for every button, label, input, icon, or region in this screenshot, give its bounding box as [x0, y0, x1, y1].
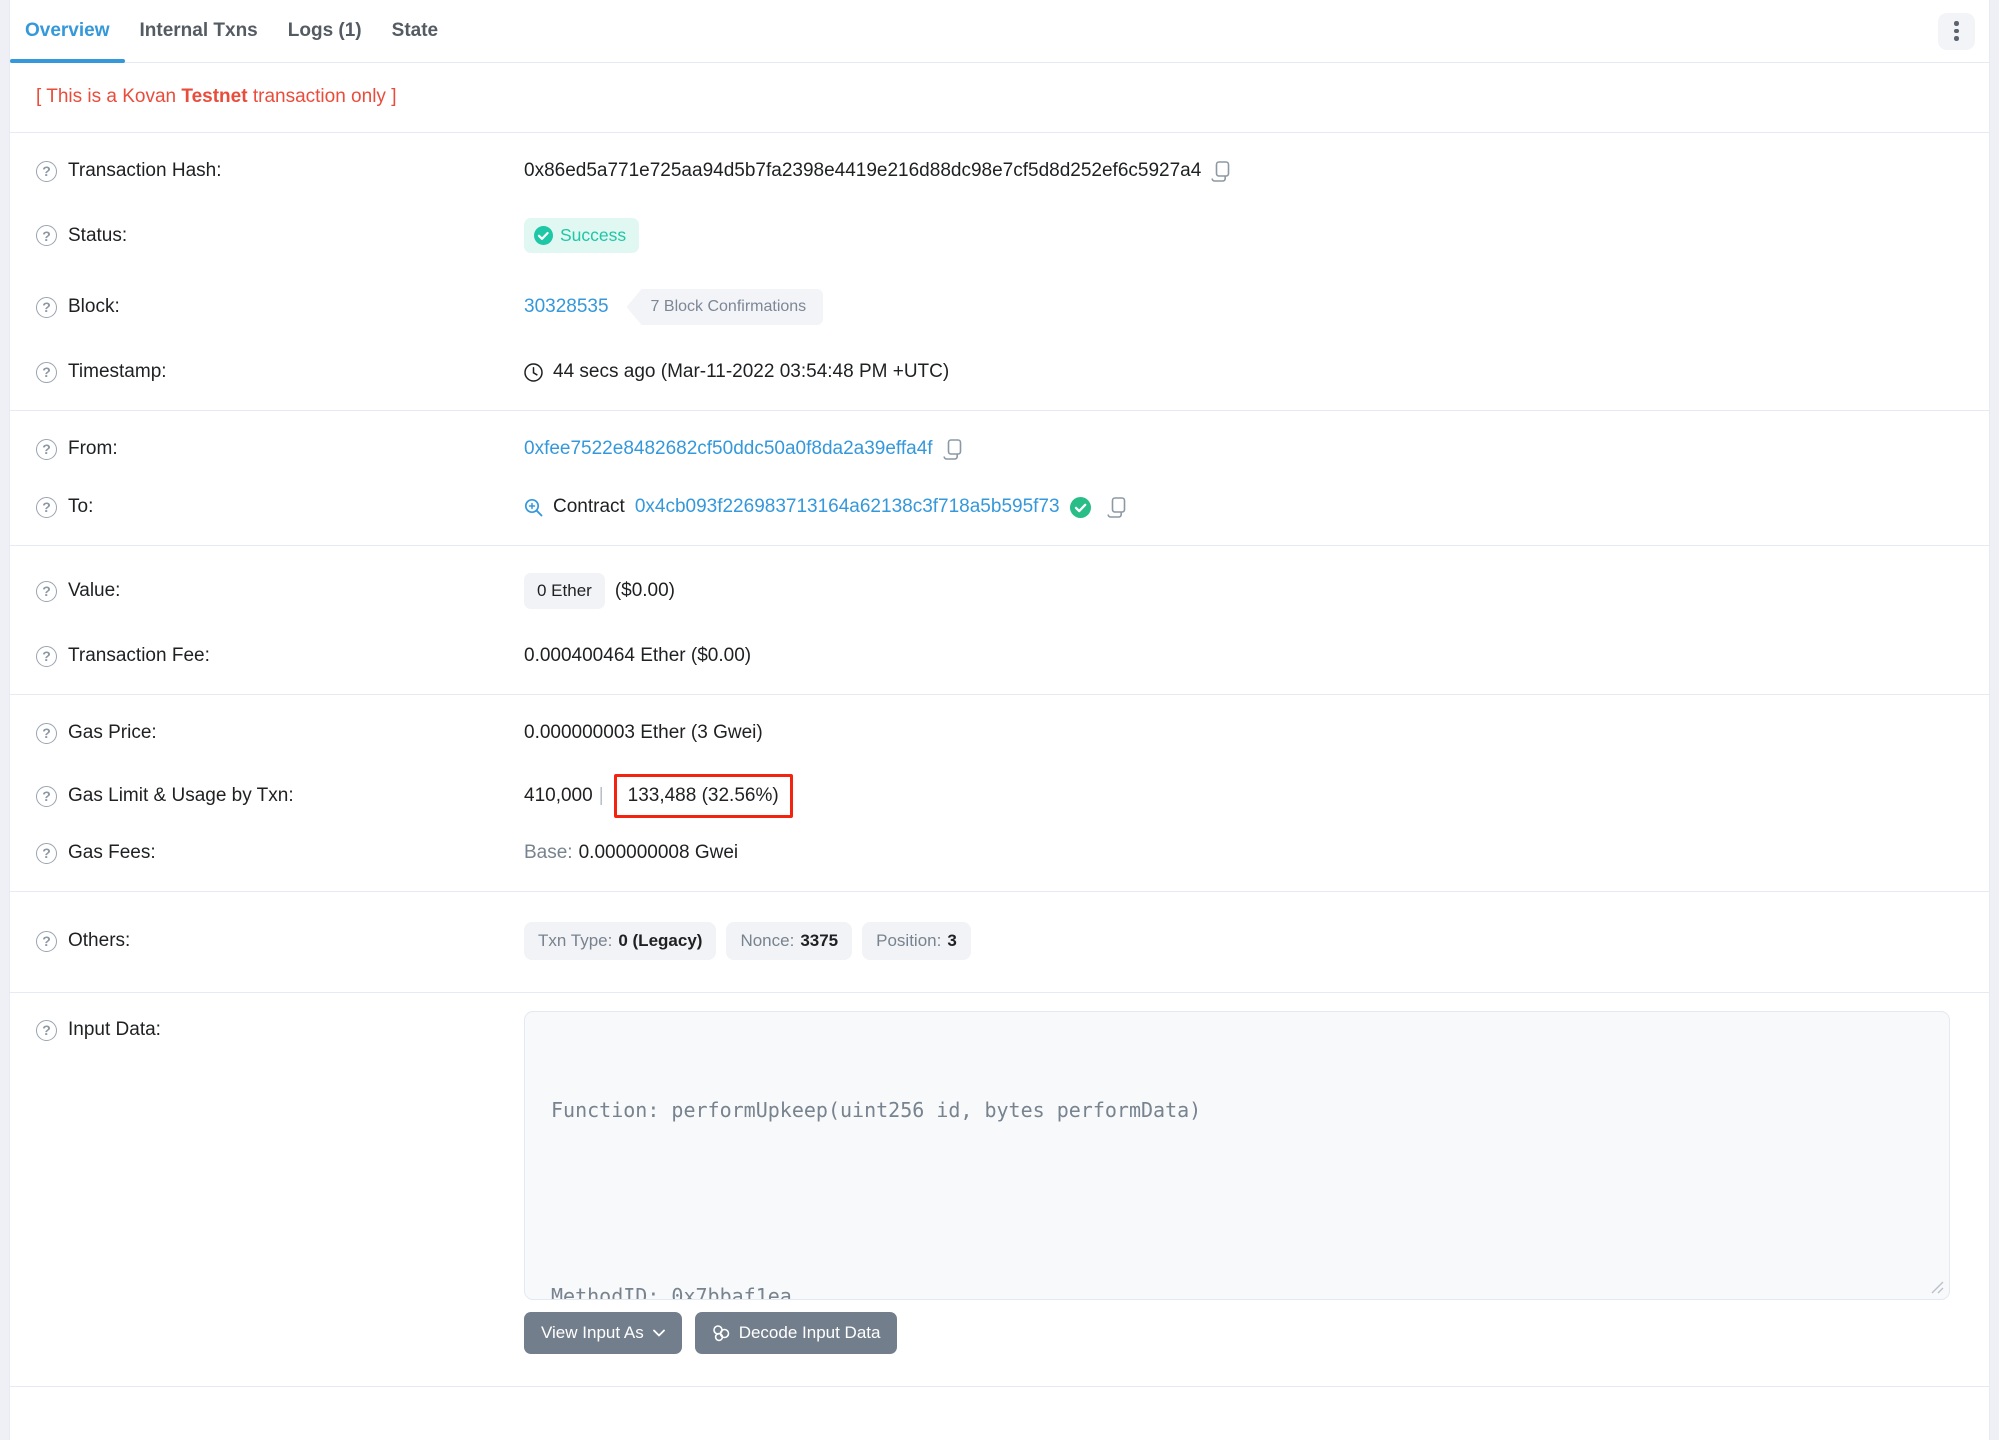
- tab-overview[interactable]: Overview: [10, 0, 125, 63]
- row-value: ? Value: 0 Ether ($0.00): [10, 555, 1989, 627]
- copy-icon[interactable]: [1106, 496, 1126, 518]
- row-block: ? Block: 30328535 7 Block Confirmations: [10, 271, 1989, 343]
- input-methodid-line: MethodID: 0x7bbaf1ea: [551, 1284, 792, 1300]
- section-input-data: ? Input Data: Function: performUpkeep(ui…: [10, 993, 1989, 1387]
- row-others: ? Others: Txn Type: 0 (Legacy) Nonce: 33…: [10, 904, 1989, 978]
- gas-usage-annotation-box: 133,488 (32.56%): [613, 774, 793, 818]
- testnet-notice: [ This is a Kovan Testnet transaction on…: [10, 63, 1989, 133]
- zoom-in-magnifier-icon[interactable]: [524, 498, 543, 517]
- section-gas: ? Gas Price: 0.000000003 Ether (3 Gwei) …: [10, 695, 1989, 892]
- to-contract-word: Contract: [553, 496, 625, 517]
- gas-price-label: Gas Price:: [68, 722, 157, 743]
- input-data-actions: View Input As Decode Input Data: [10, 1300, 1989, 1377]
- txn-type-badge: Txn Type: 0 (Legacy): [524, 922, 717, 960]
- tab-logs[interactable]: Logs (1): [273, 0, 377, 62]
- view-input-as-button[interactable]: View Input As: [524, 1312, 682, 1354]
- copy-icon[interactable]: [942, 438, 962, 460]
- help-icon[interactable]: ?: [36, 645, 57, 667]
- notice-text-bold: Testnet: [181, 86, 248, 107]
- gas-usage-value: 133,488 (32.56%): [627, 785, 779, 806]
- gas-limit-label: Gas Limit & Usage by Txn:: [68, 785, 294, 806]
- to-address-link[interactable]: 0x4cb093f226983713164a62138c3f718a5b595f…: [635, 496, 1060, 518]
- gas-fees-label: Gas Fees:: [68, 842, 156, 863]
- tab-internal-txns[interactable]: Internal Txns: [125, 0, 273, 62]
- transaction-fee-value: 0.000400464 Ether ($0.00): [524, 645, 752, 666]
- timestamp-value: 44 secs ago (Mar-11-2022 03:54:48 PM +UT…: [553, 361, 950, 382]
- help-icon[interactable]: ?: [36, 160, 57, 182]
- value-label: Value:: [68, 580, 121, 601]
- to-label: To:: [68, 496, 94, 517]
- verified-check-icon: [1069, 496, 1091, 518]
- row-gas-limit-usage: ? Gas Limit & Usage by Txn: 410,000 | 13…: [10, 762, 1989, 830]
- help-icon[interactable]: ?: [36, 361, 57, 383]
- help-icon[interactable]: ?: [36, 1019, 57, 1041]
- decode-input-data-button[interactable]: Decode Input Data: [694, 1312, 898, 1354]
- status-badge: Success: [524, 218, 640, 253]
- block-label: Block:: [68, 296, 120, 317]
- help-icon[interactable]: ?: [36, 930, 57, 952]
- gas-fees-base-label: Base:: [524, 842, 573, 863]
- help-icon[interactable]: ?: [36, 225, 57, 246]
- transaction-fee-label: Transaction Fee:: [68, 645, 210, 666]
- block-number-link[interactable]: 30328535: [524, 296, 609, 318]
- row-transaction-fee: ? Transaction Fee: 0.000400464 Ether ($0…: [10, 627, 1989, 685]
- from-address-link[interactable]: 0xfee7522e8482682cf50ddc50a0f8da2a39effa…: [524, 438, 933, 460]
- tab-bar: Overview Internal Txns Logs (1) State: [10, 0, 1989, 63]
- status-label: Status:: [68, 224, 128, 246]
- input-data-textarea[interactable]: Function: performUpkeep(uint256 id, byte…: [524, 1011, 1950, 1300]
- from-label: From:: [68, 438, 118, 459]
- transaction-hash-value: 0x86ed5a771e725aa94d5b7fa2398e4419e216d8…: [524, 160, 1202, 181]
- row-input-data: ? Input Data: Function: performUpkeep(ui…: [10, 1007, 1989, 1300]
- value-usd: ($0.00): [614, 580, 676, 601]
- transaction-details-card: Overview Internal Txns Logs (1) State [ …: [9, 0, 1990, 1440]
- resize-grip-icon[interactable]: [1931, 1281, 1944, 1294]
- input-data-label: Input Data:: [68, 1019, 161, 1040]
- help-icon[interactable]: ?: [36, 296, 57, 318]
- others-label: Others:: [68, 930, 131, 951]
- row-from: ? From: 0xfee7522e8482682cf50ddc50a0f8da…: [10, 420, 1989, 478]
- row-gas-fees: ? Gas Fees: Base: 0.000000008 Gwei: [10, 830, 1989, 882]
- notice-text-close: transaction only ]: [247, 86, 397, 107]
- block-confirmations-badge: 7 Block Confirmations: [626, 289, 824, 325]
- notice-text-open: [ This is a Kovan: [36, 86, 182, 107]
- section-others: ? Others: Txn Type: 0 (Legacy) Nonce: 33…: [10, 892, 1989, 993]
- timestamp-label: Timestamp:: [68, 361, 167, 382]
- input-function-line: Function: performUpkeep(uint256 id, byte…: [551, 1098, 1202, 1122]
- row-timestamp: ? Timestamp: 44 secs ago (Mar-11-2022 03…: [10, 343, 1989, 401]
- tab-state[interactable]: State: [377, 0, 453, 62]
- nonce-badge: Nonce: 3375: [726, 922, 853, 960]
- more-options-button[interactable]: [1938, 12, 1975, 50]
- check-circle-icon: [534, 226, 553, 245]
- row-to: ? To: Contract 0x4cb093f226983713164a621…: [10, 478, 1989, 536]
- help-icon[interactable]: ?: [36, 722, 57, 744]
- ether-value-badge: 0 Ether: [524, 573, 605, 609]
- kebab-menu-icon: [1954, 21, 1959, 41]
- gas-separator: |: [598, 785, 604, 806]
- gas-price-value: 0.000000003 Ether (3 Gwei): [524, 722, 763, 743]
- status-badge-text: Success: [560, 225, 627, 245]
- section-value: ? Value: 0 Ether ($0.00) ? Transaction F…: [10, 546, 1989, 695]
- help-icon[interactable]: ?: [36, 580, 57, 602]
- help-icon[interactable]: ?: [36, 785, 57, 807]
- section-summary: ? Transaction Hash: 0x86ed5a771e725aa94d…: [10, 133, 1989, 411]
- clock-icon: [524, 362, 543, 382]
- chevron-down-icon: [652, 1329, 665, 1337]
- help-icon[interactable]: ?: [36, 438, 57, 460]
- row-gas-price: ? Gas Price: 0.000000003 Ether (3 Gwei): [10, 704, 1989, 762]
- position-badge: Position: 3: [862, 922, 971, 960]
- help-icon[interactable]: ?: [36, 496, 57, 518]
- section-parties: ? From: 0xfee7522e8482682cf50ddc50a0f8da…: [10, 411, 1989, 546]
- gas-limit-value: 410,000: [524, 785, 593, 806]
- copy-icon[interactable]: [1211, 160, 1230, 182]
- row-transaction-hash: ? Transaction Hash: 0x86ed5a771e725aa94d…: [10, 142, 1989, 200]
- row-status: ? Status: Success: [10, 200, 1989, 271]
- transaction-hash-label: Transaction Hash:: [68, 160, 222, 181]
- help-icon[interactable]: ?: [36, 842, 57, 864]
- gas-fees-base-value: 0.000000008 Gwei: [578, 842, 739, 863]
- decode-icon: [712, 1325, 730, 1342]
